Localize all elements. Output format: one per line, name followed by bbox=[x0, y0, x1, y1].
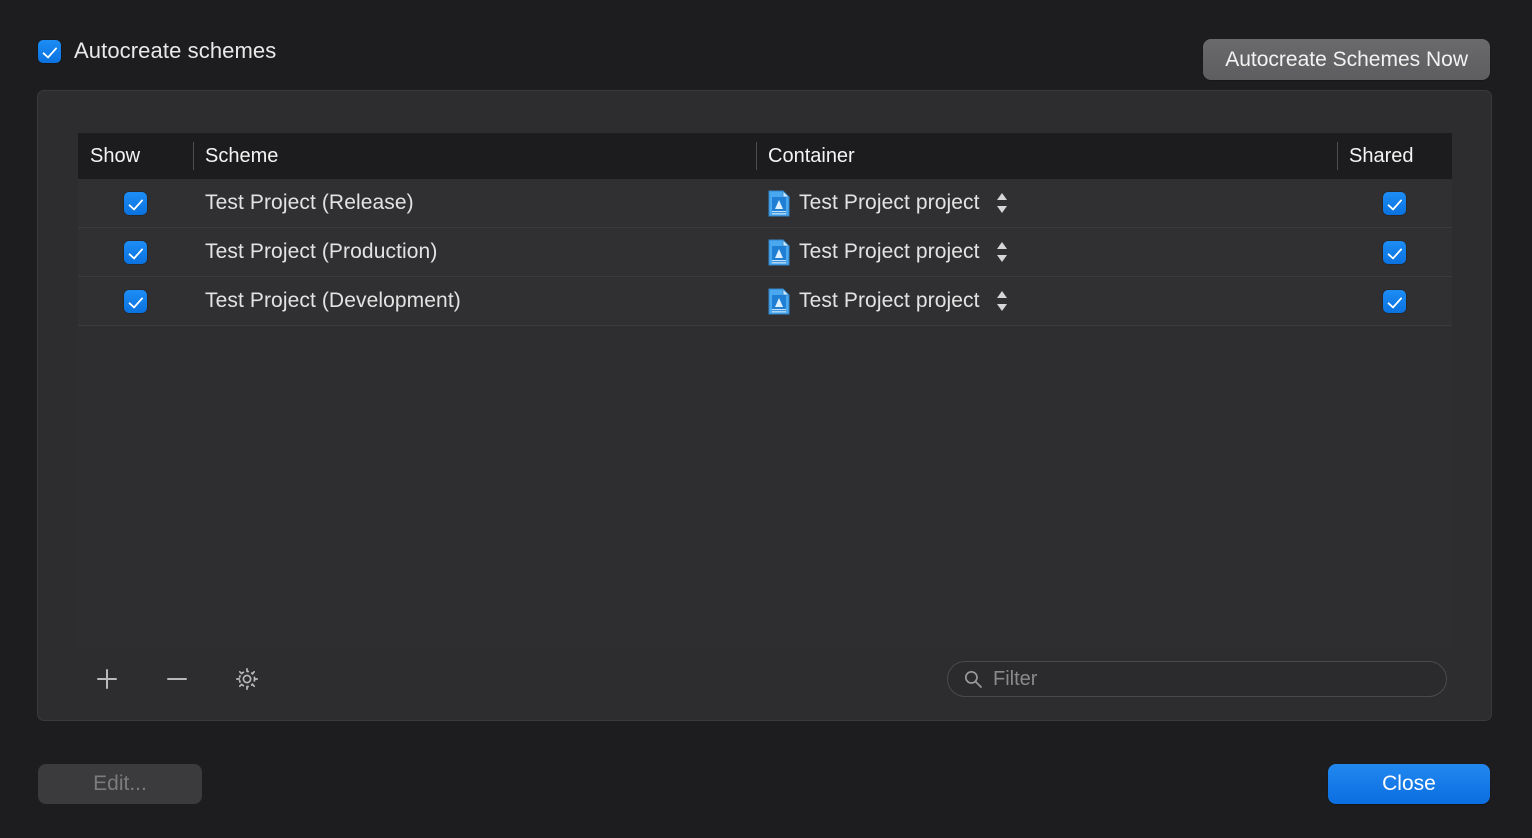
table-header-row: Show Scheme Container Shared bbox=[78, 133, 1452, 179]
search-icon bbox=[963, 669, 983, 689]
row-container-label: Test Project project bbox=[799, 191, 980, 215]
add-scheme-button[interactable] bbox=[90, 662, 124, 696]
row-shared-cell[interactable] bbox=[1337, 228, 1452, 276]
row-shared-checkbox[interactable] bbox=[1383, 241, 1406, 264]
row-scheme-cell[interactable]: Test Project (Production) bbox=[193, 228, 756, 276]
minus-icon bbox=[164, 666, 190, 692]
row-scheme-label: Test Project (Release) bbox=[205, 191, 414, 215]
row-container-cell[interactable]: Test Project project bbox=[756, 228, 1337, 276]
row-scheme-label: Test Project (Development) bbox=[205, 289, 461, 313]
row-scheme-label: Test Project (Production) bbox=[205, 240, 437, 264]
row-show-checkbox[interactable] bbox=[124, 192, 147, 215]
chevron-up-down-icon[interactable] bbox=[995, 288, 1009, 314]
xcode-project-file-icon bbox=[768, 239, 790, 266]
row-container-cell[interactable]: Test Project project bbox=[756, 277, 1337, 325]
column-header-shared[interactable]: Shared bbox=[1337, 133, 1452, 179]
edit-button[interactable]: Edit... bbox=[38, 764, 202, 804]
column-header-show[interactable]: Show bbox=[78, 133, 193, 179]
row-shared-checkbox[interactable] bbox=[1383, 192, 1406, 215]
row-show-checkbox[interactable] bbox=[124, 241, 147, 264]
scheme-settings-button[interactable] bbox=[230, 662, 264, 696]
xcode-project-file-icon bbox=[768, 190, 790, 217]
autocreate-schemes-label: Autocreate schemes bbox=[74, 38, 276, 64]
remove-scheme-button[interactable] bbox=[160, 662, 194, 696]
row-container-label: Test Project project bbox=[799, 289, 980, 313]
xcode-project-file-icon bbox=[768, 288, 790, 315]
row-show-checkbox[interactable] bbox=[124, 290, 147, 313]
gear-icon bbox=[233, 665, 261, 693]
filter-input-container[interactable]: Filter bbox=[947, 661, 1447, 697]
table-empty-area bbox=[78, 326, 1452, 647]
top-bar: Autocreate schemes Autocreate Schemes No… bbox=[0, 0, 1532, 90]
row-shared-checkbox[interactable] bbox=[1383, 290, 1406, 313]
row-show-cell[interactable] bbox=[78, 277, 193, 325]
toolbar-icon-group bbox=[90, 662, 264, 696]
chevron-up-down-icon[interactable] bbox=[995, 190, 1009, 216]
autocreate-schemes-now-button[interactable]: Autocreate Schemes Now bbox=[1203, 39, 1490, 80]
autocreate-schemes-checkbox-row[interactable]: Autocreate schemes bbox=[38, 38, 276, 64]
plus-icon bbox=[94, 666, 120, 692]
panel-bottom-toolbar: Filter bbox=[38, 638, 1491, 720]
row-scheme-cell[interactable]: Test Project (Development) bbox=[193, 277, 756, 325]
row-container-cell[interactable]: Test Project project bbox=[756, 179, 1337, 227]
table-row[interactable]: Test Project (Production) Test Project p… bbox=[78, 228, 1452, 277]
chevron-up-down-icon[interactable] bbox=[995, 239, 1009, 265]
table-row[interactable]: Test Project (Release) Test Project proj… bbox=[78, 179, 1452, 228]
row-shared-cell[interactable] bbox=[1337, 179, 1452, 227]
row-show-cell[interactable] bbox=[78, 228, 193, 276]
filter-input-placeholder: Filter bbox=[993, 668, 1037, 691]
row-container-label: Test Project project bbox=[799, 240, 980, 264]
schemes-panel: Show Scheme Container Shared Test Projec… bbox=[37, 90, 1492, 721]
close-button[interactable]: Close bbox=[1328, 764, 1490, 804]
autocreate-schemes-checkbox[interactable] bbox=[38, 40, 61, 63]
row-shared-cell[interactable] bbox=[1337, 277, 1452, 325]
column-header-scheme[interactable]: Scheme bbox=[193, 133, 756, 179]
row-show-cell[interactable] bbox=[78, 179, 193, 227]
row-scheme-cell[interactable]: Test Project (Release) bbox=[193, 179, 756, 227]
table-row[interactable]: Test Project (Development) Test Project … bbox=[78, 277, 1452, 326]
schemes-table: Show Scheme Container Shared Test Projec… bbox=[78, 133, 1452, 647]
column-header-container[interactable]: Container bbox=[756, 133, 1337, 179]
